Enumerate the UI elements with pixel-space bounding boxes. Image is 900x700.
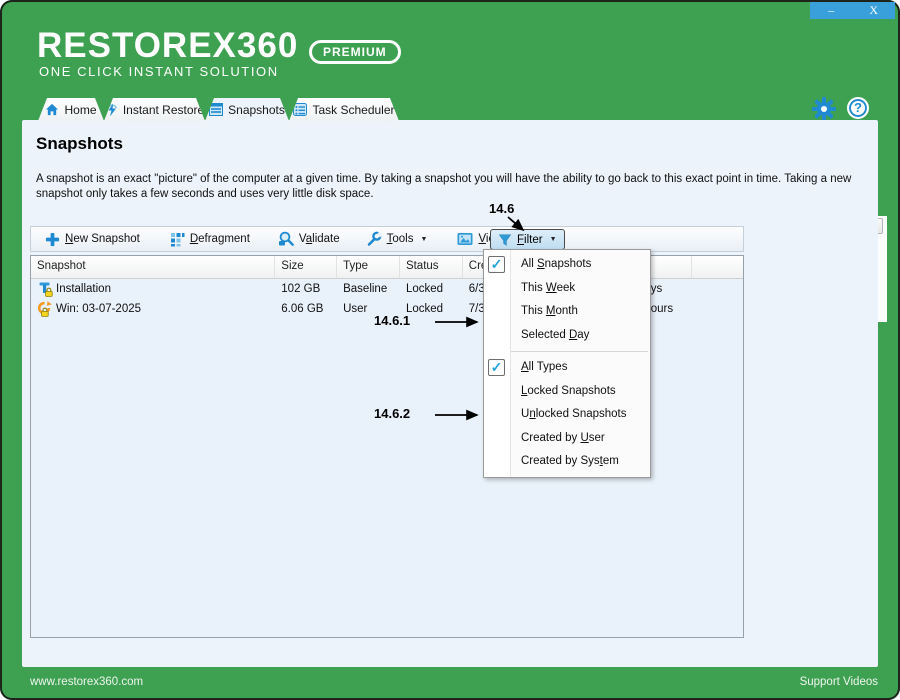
button-label: Defragment	[189, 233, 250, 245]
plus-icon	[45, 232, 60, 246]
home-icon	[45, 103, 59, 116]
page-title: Snapshots	[36, 134, 123, 153]
brand-tagline: ONE CLICK INSTANT SOLUTION	[39, 64, 279, 79]
validate-button[interactable]: Validate	[274, 229, 344, 249]
button-label: Tools	[386, 233, 414, 245]
menu-item-unlocked-snapshots[interactable]: Unlocked Snapshots	[511, 403, 650, 427]
settings-gear-button[interactable]	[811, 96, 837, 122]
menu-item-all-types[interactable]: ✓ All Types	[488, 356, 650, 380]
menu-item-label: All Types	[521, 361, 568, 373]
new-snapshot-button[interactable]: New Snapshot	[41, 230, 144, 249]
tab-bar: Home Instant Restore Snapshots Task Sche…	[38, 98, 399, 121]
chevron-down-icon: ▼	[549, 236, 557, 243]
task-list-icon	[293, 103, 307, 116]
menu-item-label: Unlocked Snapshots	[521, 408, 627, 420]
gear-icon	[812, 97, 836, 121]
snapshot-list-icon	[209, 103, 223, 116]
snapshot-size: 102 GB	[281, 283, 321, 295]
menu-item-locked-snapshots[interactable]: Locked Snapshots	[511, 380, 650, 404]
column-header-status[interactable]: Status	[400, 256, 463, 278]
baseline-locked-icon	[39, 282, 53, 297]
wrench-icon	[367, 231, 382, 246]
question-icon: ?	[854, 100, 862, 115]
footer-website: www.restorex360.com	[30, 676, 144, 688]
menu-item-all-snapshots[interactable]: ✓ All Snapshots	[488, 253, 650, 277]
defragment-icon	[170, 232, 185, 246]
tab-task-scheduler[interactable]: Task Scheduler	[289, 98, 399, 121]
brand-logo: RESTOREX360	[37, 26, 299, 65]
annotation-label-14-6-2: 14.6.2	[374, 406, 411, 421]
window-controls: – X	[810, 2, 895, 19]
annotation-arrow	[435, 316, 479, 328]
menu-item-this-week[interactable]: This Week	[511, 277, 650, 301]
minimize-button[interactable]: –	[810, 2, 853, 19]
snapshot-type: Baseline	[343, 283, 388, 295]
annotation-arrow	[507, 216, 525, 232]
column-header-type[interactable]: Type	[337, 256, 400, 278]
lightning-restore-icon	[105, 103, 118, 117]
button-label: Validate	[298, 233, 340, 245]
tab-instant-restore[interactable]: Instant Restore	[104, 98, 205, 121]
menu-item-this-month[interactable]: This Month	[511, 300, 650, 324]
menu-item-label: All Snapshots	[521, 258, 592, 270]
defragment-button[interactable]: Defragment	[166, 230, 254, 249]
checked-checkbox-icon[interactable]: ✓	[488, 359, 505, 376]
menu-item-label: This Month	[521, 305, 578, 317]
page-description: A snapshot is an exact "picture" of the …	[36, 173, 852, 200]
menu-item-label: Created by System	[521, 455, 619, 467]
footer-support-videos-link[interactable]: Support Videos	[800, 676, 878, 688]
tab-snapshots[interactable]: Snapshots	[205, 98, 289, 121]
annotation-label-14-6-1: 14.6.1	[374, 313, 411, 328]
snapshot-status: Locked	[405, 283, 444, 295]
menu-item-label: Locked Snapshots	[521, 384, 616, 397]
tab-label: Snapshots	[228, 102, 285, 117]
snapshot-size: 6.06 GB	[281, 303, 324, 315]
filter-dropdown-menu: ✓ All Snapshots This Week This Month Sel…	[483, 249, 651, 478]
main-panel: Snapshots A snapshot is an exact "pictur…	[22, 120, 878, 667]
image-view-icon	[457, 233, 473, 245]
snapshot-name: Win: 03-07-2025	[56, 303, 142, 315]
column-header-size[interactable]: Size	[275, 256, 338, 278]
app-window: – X RESTOREX360 PREMIUM ONE CLICK INSTAN…	[0, 0, 900, 700]
menu-item-created-by-system[interactable]: Created by System	[511, 450, 650, 474]
menu-item-label: Selected Day	[521, 328, 590, 341]
column-header-empty	[692, 256, 743, 278]
tab-label: Home	[64, 102, 97, 117]
tab-label: Task Scheduler	[312, 102, 395, 117]
premium-badge: PREMIUM	[309, 40, 401, 64]
tools-button[interactable]: Tools ▼	[362, 229, 432, 249]
help-button[interactable]: ?	[847, 97, 869, 119]
chevron-down-icon: ▼	[420, 235, 428, 243]
column-header-snapshot[interactable]: Snapshot	[31, 256, 276, 278]
button-label: New Snapshot	[65, 233, 140, 245]
menu-item-label: Created by User	[521, 431, 605, 444]
validate-magnifier-icon	[278, 231, 294, 246]
menu-separator	[511, 351, 648, 352]
menu-item-label: This Week	[521, 281, 576, 294]
menu-item-created-by-user[interactable]: Created by User	[511, 427, 650, 451]
annotation-arrow	[435, 409, 479, 421]
tab-label: Instant Restore	[122, 102, 205, 117]
menu-item-selected-day[interactable]: Selected Day	[511, 324, 650, 348]
tab-home[interactable]: Home	[38, 98, 104, 121]
restore-locked-icon	[37, 301, 52, 317]
snapshot-name: Installation	[56, 283, 111, 295]
close-button[interactable]: X	[853, 2, 896, 19]
checked-checkbox-icon[interactable]: ✓	[488, 256, 505, 273]
